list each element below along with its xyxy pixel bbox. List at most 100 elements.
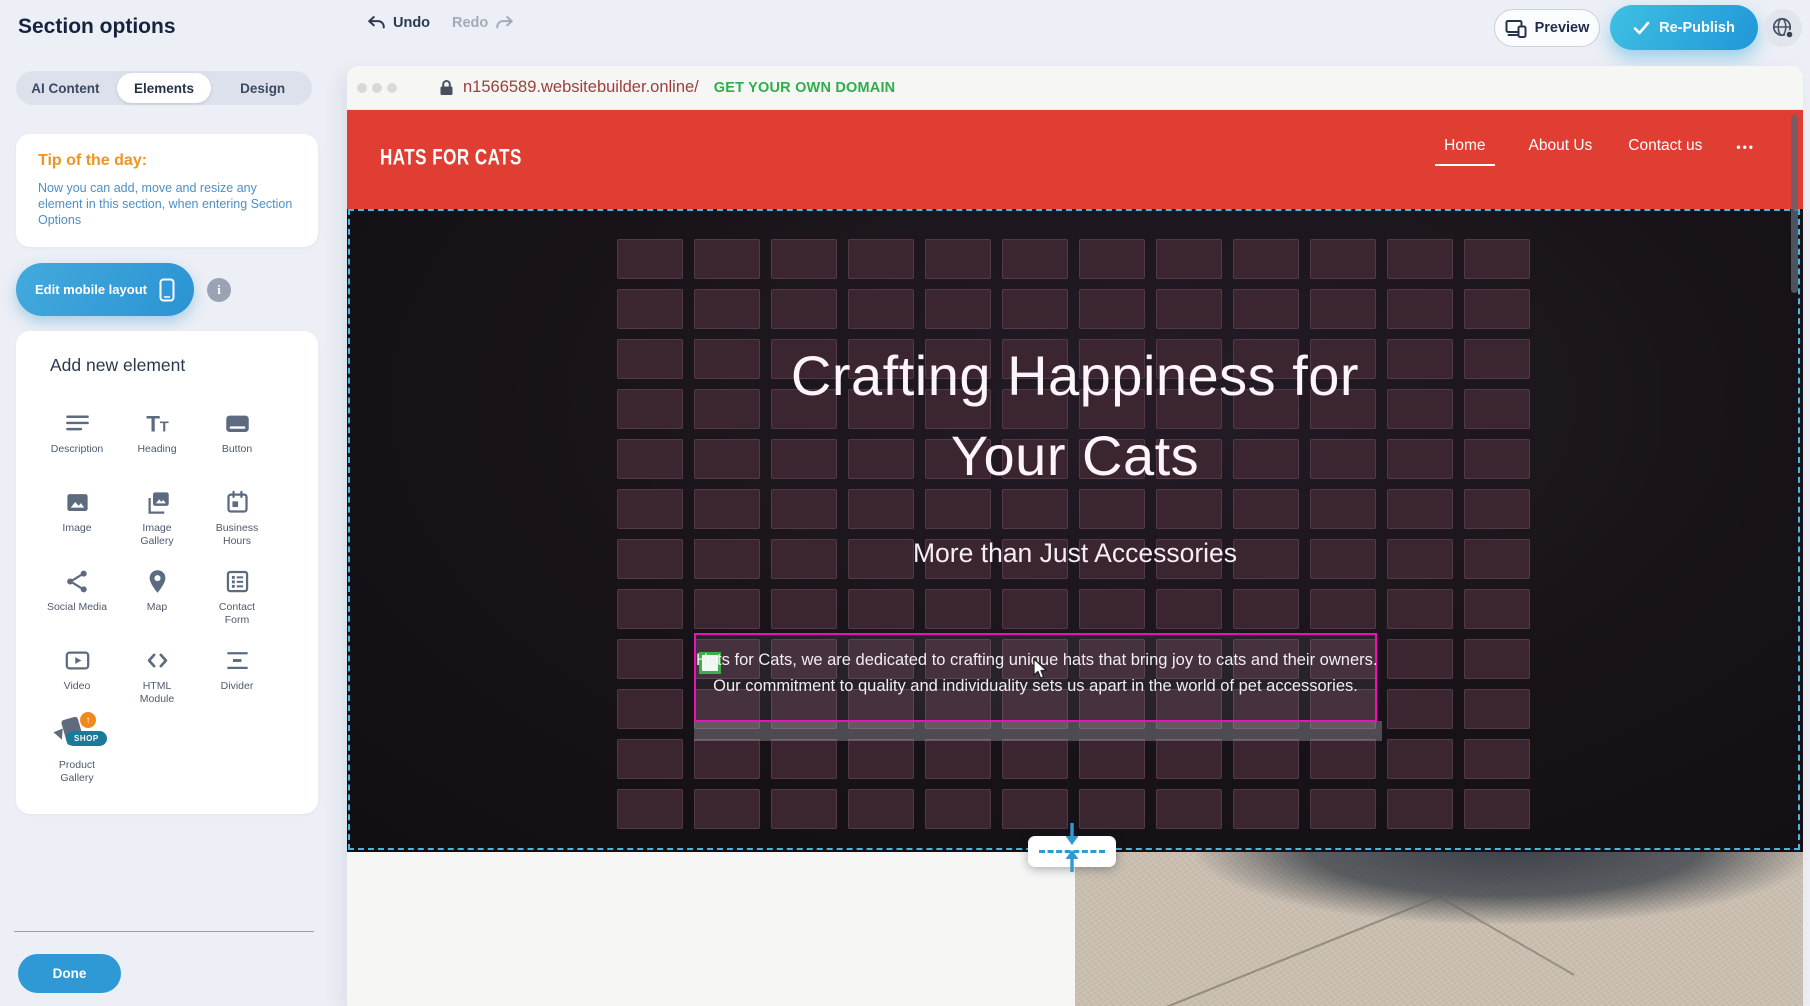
element-label: Image	[37, 522, 117, 535]
site-header: HATS FOR CATS Home About Us Contact us •…	[347, 110, 1803, 209]
button-icon	[224, 410, 251, 437]
panel-divider	[14, 931, 314, 932]
site-preview-window: n1566589.websitebuilder.online/ GET YOUR…	[347, 66, 1803, 1006]
element-social-media[interactable]: Social Media	[37, 568, 117, 614]
element-image[interactable]: Image	[37, 489, 117, 535]
tab-design[interactable]: Design	[215, 73, 310, 103]
element-label: Product Gallery	[54, 759, 100, 785]
element-label: Video	[37, 680, 117, 693]
nav-home[interactable]: Home	[1435, 135, 1494, 166]
element-label: Contact Form	[214, 601, 260, 627]
contact-form-icon	[224, 568, 251, 595]
arrow-up-icon	[1062, 848, 1082, 874]
element-label: Description	[37, 443, 117, 456]
redo-label: Redo	[452, 15, 488, 31]
tip-of-the-day-card: Tip of the day: Now you can add, move an…	[16, 134, 318, 247]
map-pin-icon	[144, 568, 171, 595]
social-media-icon	[64, 568, 91, 595]
code-icon	[144, 647, 171, 674]
element-image-gallery[interactable]: Image Gallery	[117, 489, 197, 548]
element-map[interactable]: Map	[117, 568, 197, 614]
element-divider[interactable]: Divider	[197, 647, 277, 693]
globe-icon	[1771, 16, 1795, 40]
video-icon	[64, 647, 91, 674]
element-product-gallery[interactable]: ↑ SHOP Product Gallery	[37, 713, 117, 785]
tip-title: Tip of the day:	[38, 152, 147, 170]
nav-about[interactable]: About Us	[1527, 135, 1595, 164]
hero-grid	[617, 239, 1530, 830]
pavement-shadow	[1195, 852, 1803, 924]
hero-heading[interactable]: Crafting Happiness for Your Cats	[347, 336, 1803, 496]
element-business-hours[interactable]: Business Hours	[197, 489, 277, 548]
window-dot	[372, 83, 382, 93]
done-button[interactable]: Done	[18, 954, 121, 993]
site-url[interactable]: n1566589.websitebuilder.online/	[463, 78, 699, 97]
phone-icon	[159, 278, 175, 302]
app: Section options Undo Redo Preview	[0, 0, 1810, 1006]
panel-tabs: AI Content Elements Design	[16, 71, 312, 105]
element-heading[interactable]: T T Heading	[117, 410, 197, 456]
tip-body: Now you can add, move and resize any ele…	[38, 180, 298, 228]
browser-bar: n1566589.websitebuilder.online/ GET YOUR…	[347, 66, 1803, 110]
description-icon	[64, 410, 91, 437]
republish-label: Re-Publish	[1659, 20, 1735, 36]
republish-button[interactable]: Re-Publish	[1610, 5, 1758, 50]
undo-icon	[366, 15, 386, 31]
page-title: Section options	[18, 15, 176, 39]
element-label: Image Gallery	[134, 522, 180, 548]
element-label: HTML Module	[134, 680, 180, 706]
business-hours-icon	[224, 489, 251, 516]
element-html-module[interactable]: HTML Module	[117, 647, 197, 706]
nav-contact[interactable]: Contact us	[1626, 135, 1704, 164]
edit-mobile-label: Edit mobile layout	[35, 282, 147, 297]
site-nav: Home About Us Contact us •••	[1435, 135, 1755, 166]
image-gallery-icon	[144, 489, 171, 516]
tab-elements[interactable]: Elements	[117, 73, 212, 103]
svg-text:T: T	[159, 419, 168, 435]
mouse-cursor	[1032, 658, 1049, 680]
window-dot	[357, 83, 367, 93]
lock-icon	[439, 79, 454, 96]
element-label: Social Media	[37, 601, 117, 614]
image-icon	[64, 489, 91, 516]
site-logo[interactable]: HATS FOR CATS	[380, 145, 522, 171]
devices-icon	[1505, 19, 1527, 38]
product-gallery-icon: ↑ SHOP	[51, 713, 103, 753]
preview-scrollbar[interactable]	[1791, 115, 1798, 293]
svg-text:T: T	[146, 411, 160, 436]
heading-icon: T T	[144, 410, 171, 437]
text-element-hover-shadow	[694, 721, 1382, 741]
get-domain-link[interactable]: GET YOUR OWN DOMAIN	[714, 80, 896, 96]
undo-button[interactable]: Undo	[366, 15, 430, 31]
element-label: Map	[117, 601, 197, 614]
address-bar: n1566589.websitebuilder.online/ GET YOUR…	[439, 78, 895, 97]
shop-badge: SHOP	[66, 731, 107, 746]
nav-more-button[interactable]: •••	[1736, 135, 1755, 154]
hero-section[interactable]: Crafting Happiness for Your Cats More th…	[347, 209, 1803, 852]
info-icon[interactable]: i	[207, 278, 231, 302]
element-label: Heading	[117, 443, 197, 456]
section-resize-handle[interactable]	[1028, 836, 1116, 867]
upgrade-badge-icon: ↑	[80, 712, 96, 728]
undo-label: Undo	[393, 15, 430, 31]
element-label: Button	[197, 443, 277, 456]
redo-button[interactable]: Redo	[452, 15, 515, 31]
preview-label: Preview	[1535, 20, 1590, 36]
element-label: Business Hours	[214, 522, 260, 548]
topbar: Section options Undo Redo Preview	[0, 0, 1810, 57]
window-dot	[387, 83, 397, 93]
check-icon	[1633, 21, 1650, 35]
next-section-image	[1075, 852, 1803, 1006]
element-button[interactable]: Button	[197, 410, 277, 456]
element-contact-form[interactable]: Contact Form	[197, 568, 277, 627]
element-video[interactable]: Video	[37, 647, 117, 693]
arrow-down-icon	[1062, 821, 1082, 847]
next-section-background	[347, 852, 1075, 1006]
tab-ai-content[interactable]: AI Content	[18, 73, 113, 103]
hero-subheading[interactable]: More than Just Accessories	[347, 538, 1803, 569]
element-label: Divider	[197, 680, 277, 693]
edit-mobile-layout-button[interactable]: Edit mobile layout	[16, 263, 194, 316]
language-globe-button[interactable]	[1764, 9, 1802, 47]
element-description[interactable]: Description	[37, 410, 117, 456]
preview-button[interactable]: Preview	[1494, 9, 1600, 47]
